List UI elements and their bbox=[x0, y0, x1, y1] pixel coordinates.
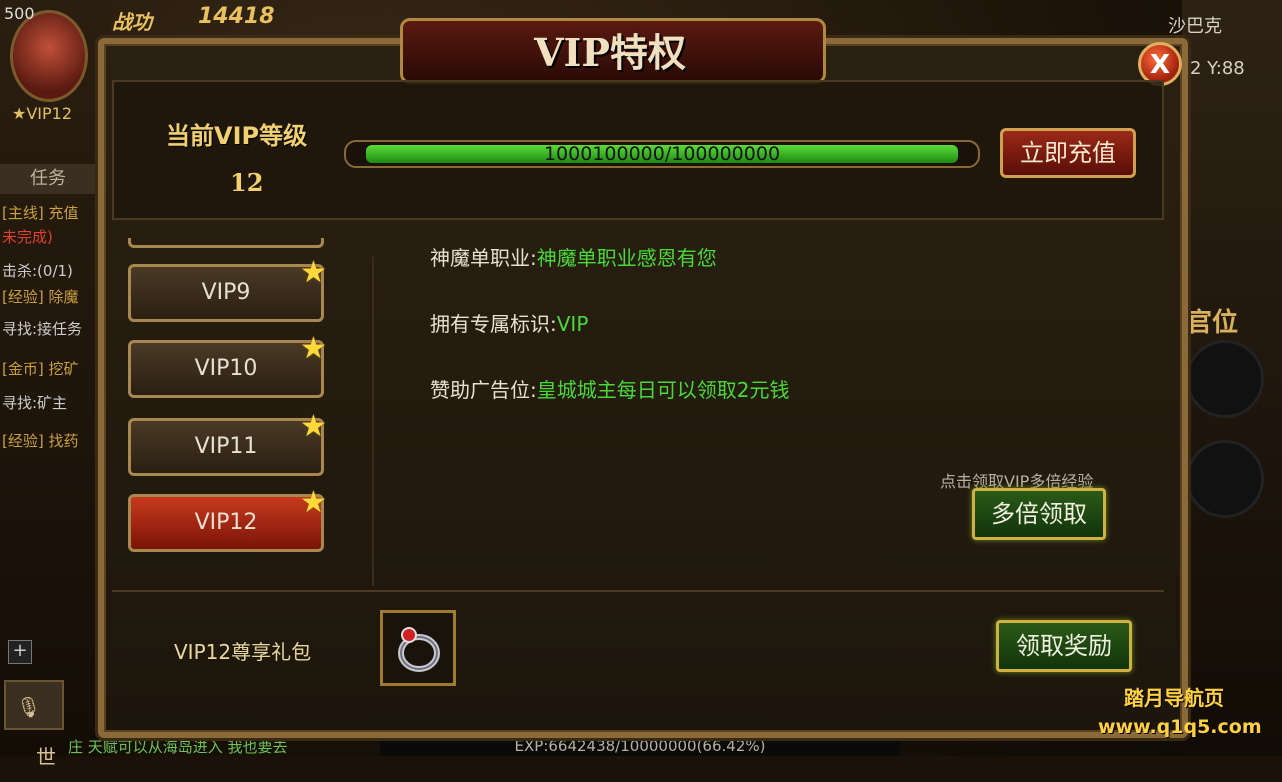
ring-icon bbox=[398, 627, 440, 672]
coordinates: 2 Y:88 bbox=[1190, 58, 1245, 79]
quest-line: 未完成) bbox=[2, 228, 53, 246]
close-icon: X bbox=[1149, 50, 1171, 80]
vip-progress-text: 1000100000/100000000 bbox=[543, 143, 781, 165]
player-avatar[interactable] bbox=[10, 10, 88, 102]
divider bbox=[372, 256, 374, 586]
skill-slot[interactable] bbox=[1186, 440, 1264, 518]
power-label: 战功 bbox=[112, 10, 152, 34]
privilege-label: 神魔单职业: bbox=[430, 246, 537, 270]
current-vip-level: 12 bbox=[230, 168, 264, 197]
skill-slot[interactable] bbox=[1186, 340, 1264, 418]
microphone-icon: 🎙 bbox=[16, 695, 42, 719]
vip-level-button[interactable]: VIP11 bbox=[128, 418, 324, 476]
quest-line: 击杀:(0/1) bbox=[2, 262, 73, 280]
world-chat-button[interactable]: 🎙 世 bbox=[4, 680, 64, 769]
star-icon: ★ bbox=[300, 255, 327, 290]
vip-level-button[interactable]: VIP9 bbox=[128, 264, 324, 322]
privilege-row: 神魔单职业:神魔单职业感恩有您 bbox=[430, 242, 717, 271]
privilege-row: 拥有专属标识:VIP bbox=[430, 308, 588, 337]
vip-badge[interactable]: ★VIP12 bbox=[12, 104, 72, 123]
quest-line: 寻找:矿主 bbox=[2, 394, 68, 412]
star-icon: ★ bbox=[300, 485, 327, 520]
tab-task[interactable]: 任务 bbox=[0, 164, 100, 194]
quest-line[interactable]: [经验] 找药 bbox=[2, 430, 78, 451]
recharge-button[interactable]: 立即充值 bbox=[1000, 128, 1136, 178]
watermark-url: www.q1q5.com bbox=[1098, 716, 1262, 738]
quest-line: 寻找:接任务 bbox=[2, 320, 83, 338]
gift-pack-label: VIP12尊享礼包 bbox=[174, 640, 312, 664]
quest-line[interactable]: [主线] 充值 bbox=[2, 202, 78, 223]
expand-chat-button[interactable]: + bbox=[8, 640, 32, 664]
map-name: 沙巴克 bbox=[1168, 16, 1222, 37]
star-icon: ★ bbox=[12, 104, 27, 123]
world-chat-label: 世 bbox=[36, 745, 56, 769]
vip-badge-label: VIP12 bbox=[26, 104, 73, 123]
exp-bar: EXP:6642438/10000000(66.42%) bbox=[380, 736, 900, 756]
privilege-label: 拥有专属标识: bbox=[430, 312, 557, 336]
privilege-row: 赞助广告位:皇城城主每日可以领取2元钱 bbox=[430, 374, 789, 403]
current-vip-label: 当前VIP等级 bbox=[166, 122, 308, 150]
gift-item-slot[interactable] bbox=[380, 610, 456, 686]
guanwei-button[interactable]: 官位 bbox=[1186, 302, 1238, 339]
divider bbox=[112, 590, 1164, 592]
vip-level-button-active[interactable]: VIP12 bbox=[128, 494, 324, 552]
player-level: 500 bbox=[4, 4, 35, 23]
power-value: 14418 bbox=[198, 4, 275, 29]
privilege-value: VIP bbox=[556, 312, 589, 336]
claim-reward-button[interactable]: 领取奖励 bbox=[996, 620, 1132, 672]
quest-line[interactable]: [金币] 挖矿 bbox=[2, 358, 78, 379]
privilege-value: 皇城城主每日可以领取2元钱 bbox=[536, 378, 790, 402]
chat-message: 庄 天赋可以从海岛进入 我也要去 bbox=[68, 738, 288, 756]
privilege-value: 神魔单职业感恩有您 bbox=[536, 246, 717, 270]
vip-level-button[interactable]: VIP10 bbox=[128, 340, 324, 398]
star-icon: ★ bbox=[300, 331, 327, 366]
panel-title: VIP特权 bbox=[534, 30, 686, 75]
watermark-title: 踏月导航页 bbox=[1124, 686, 1224, 710]
multi-claim-button[interactable]: 多倍领取 bbox=[972, 488, 1106, 540]
star-icon: ★ bbox=[300, 409, 327, 444]
quest-line[interactable]: [经验] 除魔 bbox=[2, 286, 78, 307]
vip-list-scroll-stub bbox=[128, 238, 324, 248]
privilege-label: 赞助广告位: bbox=[430, 378, 537, 402]
